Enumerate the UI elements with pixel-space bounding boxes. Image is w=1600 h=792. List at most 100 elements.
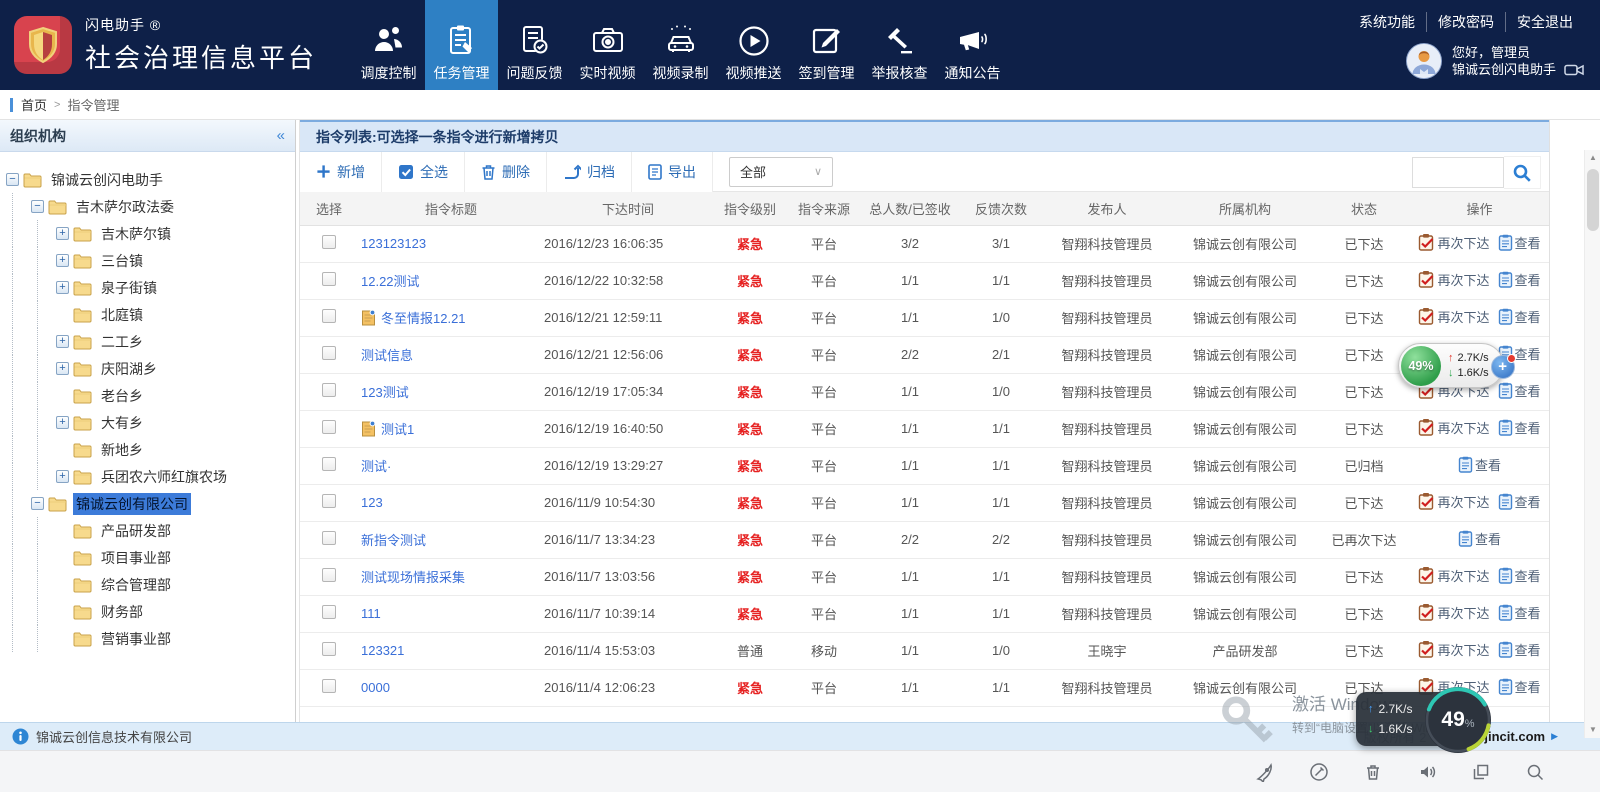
tree-node-label[interactable]: 泉子街镇 [98, 277, 160, 299]
op-redeliver-link[interactable]: 再次下达 [1418, 270, 1489, 289]
nav-report-check[interactable]: 举报核查 [863, 0, 936, 90]
row-checkbox[interactable] [322, 494, 336, 508]
row-checkbox[interactable] [322, 457, 336, 471]
expand-node-icon[interactable]: + [56, 254, 69, 267]
cpu-percent-circle[interactable]: 49% [1422, 684, 1494, 756]
op-redeliver-link[interactable]: 再次下达 [1418, 418, 1489, 437]
nav-checkin[interactable]: 签到管理 [790, 0, 863, 90]
row-checkbox[interactable] [322, 531, 336, 545]
nav-video-record[interactable]: 视频录制 [644, 0, 717, 90]
net-speed-widget[interactable]: 49% ↑2.7K/s ↓1.6K/s + [1398, 343, 1504, 388]
row-checkbox[interactable] [322, 272, 336, 286]
volume-icon[interactable] [1417, 762, 1437, 782]
tree-node-label[interactable]: 新地乡 [98, 439, 146, 461]
archive-button[interactable]: 归档 [547, 152, 632, 192]
tree-node-label[interactable]: 二工乡 [98, 331, 146, 353]
tree-node-label[interactable]: 大有乡 [98, 412, 146, 434]
expand-node-icon[interactable]: + [56, 281, 69, 294]
tree-node-label[interactable]: 产品研发部 [98, 520, 174, 542]
row-checkbox[interactable] [322, 679, 336, 693]
command-title-link[interactable]: 123测试 [361, 382, 409, 401]
row-checkbox[interactable] [322, 383, 336, 397]
tree-node-label[interactable]: 老台乡 [98, 385, 146, 407]
scroll-up-icon[interactable]: ▲ [1585, 150, 1600, 166]
tree-node-label[interactable]: 综合管理部 [98, 574, 174, 596]
window-icon[interactable] [1471, 762, 1491, 782]
op-view-link[interactable]: 查看 [1498, 677, 1541, 696]
widget-plus-button[interactable]: + [1491, 355, 1515, 379]
search-input[interactable] [1412, 157, 1504, 188]
tree-node-label[interactable]: 三台镇 [98, 250, 146, 272]
command-title-link[interactable]: 123321 [361, 643, 404, 658]
export-button[interactable]: 导出 [632, 152, 713, 192]
op-view-link[interactable]: 查看 [1498, 233, 1541, 252]
op-view-link[interactable]: 查看 [1498, 270, 1541, 289]
top-link-0[interactable]: 系统功能 [1348, 12, 1426, 32]
row-checkbox[interactable] [322, 235, 336, 249]
tree-node-label[interactable]: 吉木萨尔镇 [98, 223, 174, 245]
delete-button[interactable]: 删除 [465, 152, 547, 192]
search-icon[interactable] [1525, 762, 1545, 782]
search-button[interactable] [1504, 156, 1541, 189]
nav-video-push[interactable]: 视频推送 [717, 0, 790, 90]
select-all-button[interactable]: 全选 [382, 152, 465, 192]
row-checkbox[interactable] [322, 605, 336, 619]
op-redeliver-link[interactable]: 再次下达 [1418, 307, 1489, 326]
add-button[interactable]: 新增 [300, 152, 382, 192]
tree-node-label[interactable]: 锦诚云创有限公司 [73, 493, 191, 515]
op-view-link[interactable]: 查看 [1498, 603, 1541, 622]
nav-live-video[interactable]: 实时视频 [571, 0, 644, 90]
trash-icon[interactable] [1363, 762, 1383, 782]
input-pen-icon[interactable] [1309, 762, 1329, 782]
expand-node-icon[interactable]: + [56, 227, 69, 240]
command-title-link[interactable]: 测试信息 [361, 345, 413, 364]
expand-node-icon[interactable]: + [56, 362, 69, 375]
op-view-link[interactable]: 查看 [1498, 418, 1541, 437]
op-redeliver-link[interactable]: 再次下达 [1418, 566, 1489, 585]
command-title-link[interactable]: 新指令测试 [361, 530, 426, 549]
op-view-link[interactable]: 查看 [1498, 566, 1541, 585]
scroll-down-icon[interactable]: ▼ [1585, 722, 1600, 738]
command-title-link[interactable]: 12.22测试 [361, 271, 420, 290]
expand-node-icon[interactable]: + [56, 470, 69, 483]
tree-node-label[interactable]: 北庭镇 [98, 304, 146, 326]
net-speed-widget-dark[interactable]: ↑2.7K/s ↓1.6K/s 49% [1356, 692, 1467, 746]
row-checkbox[interactable] [322, 309, 336, 323]
op-view-link[interactable]: 查看 [1498, 492, 1541, 511]
avatar[interactable] [1406, 43, 1442, 79]
tree-node-label[interactable]: 锦诚云创闪电助手 [48, 169, 166, 191]
expand-node-icon[interactable]: + [56, 335, 69, 348]
command-title-link[interactable]: 0000 [361, 680, 390, 695]
filter-select[interactable]: 全部 ∨ [729, 157, 833, 187]
tree-node-label[interactable]: 吉木萨尔政法委 [73, 196, 177, 218]
op-view-link[interactable]: 查看 [1498, 381, 1541, 400]
command-title-link[interactable]: 冬至情报12.21 [381, 308, 466, 327]
op-view-link[interactable]: 查看 [1458, 529, 1501, 548]
nav-feedback[interactable]: 问题反馈 [498, 0, 571, 90]
command-title-link[interactable]: 测试· [361, 456, 391, 475]
command-title-link[interactable]: 111 [361, 606, 381, 621]
cpu-percent-ball[interactable]: 49% [1401, 346, 1441, 386]
tree-node-label[interactable]: 财务部 [98, 601, 146, 623]
tree-node-label[interactable]: 庆阳湖乡 [98, 358, 160, 380]
nav-announcement[interactable]: 通知公告 [936, 0, 1009, 90]
breadcrumb-home-link[interactable]: 首页 [21, 95, 47, 114]
command-title-link[interactable]: 测试现场情报采集 [361, 567, 465, 586]
scroll-thumb[interactable] [1587, 169, 1599, 231]
tree-node-label[interactable]: 兵团农六师红旗农场 [98, 466, 230, 488]
nav-task[interactable]: 任务管理 [425, 0, 498, 90]
op-redeliver-link[interactable]: 再次下达 [1418, 640, 1489, 659]
nav-dispatch[interactable]: 调度控制 [352, 0, 425, 90]
row-checkbox[interactable] [322, 568, 336, 582]
op-view-link[interactable]: 查看 [1498, 640, 1541, 659]
op-view-link[interactable]: 查看 [1458, 455, 1501, 474]
command-title-link[interactable]: 测试1 [381, 419, 414, 438]
top-link-1[interactable]: 修改密码 [1426, 12, 1505, 32]
op-redeliver-link[interactable]: 再次下达 [1418, 603, 1489, 622]
collapse-node-icon[interactable]: − [31, 497, 44, 510]
command-title-link[interactable]: 123123123 [361, 236, 426, 251]
op-redeliver-link[interactable]: 再次下达 [1418, 233, 1489, 252]
op-view-link[interactable]: 查看 [1498, 307, 1541, 326]
expand-node-icon[interactable]: + [56, 416, 69, 429]
row-checkbox[interactable] [322, 346, 336, 360]
